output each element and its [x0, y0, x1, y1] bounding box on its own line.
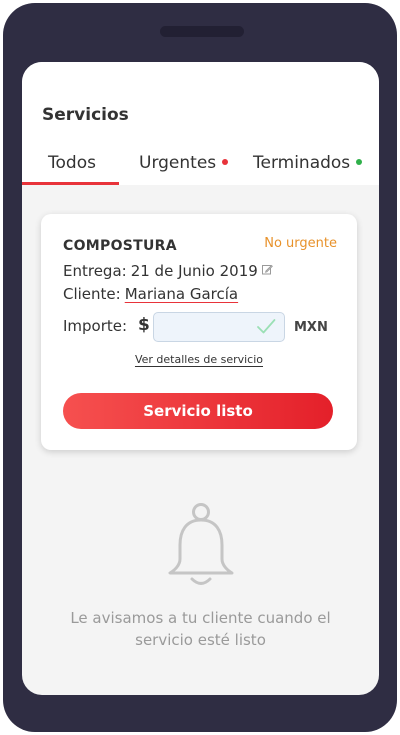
check-icon: [256, 318, 276, 339]
amount-input[interactable]: [153, 312, 285, 342]
tab-label: Urgentes: [139, 153, 217, 173]
urgent-indicator-dot: [222, 159, 229, 165]
service-card: COMPOSTURA No urgente Entrega: 21 de Juni…: [41, 214, 357, 450]
phone-speaker: [160, 26, 244, 37]
currency-unit: MXN: [294, 320, 328, 335]
currency-symbol: $: [138, 315, 150, 335]
client-name[interactable]: Mariana García: [125, 285, 238, 303]
service-ready-button[interactable]: Servicio listo: [63, 393, 333, 429]
tab-terminados[interactable]: Terminados: [253, 153, 363, 173]
delivery-label: Entrega:: [63, 262, 127, 280]
phone-frame: Servicios Todos Urgentes Terminados COMP…: [3, 3, 397, 732]
app-screen: Servicios Todos Urgentes Terminados COMP…: [22, 62, 379, 695]
edit-icon[interactable]: [261, 261, 273, 279]
tab-label: Todos: [48, 153, 96, 173]
tab-label: Terminados: [253, 153, 351, 173]
details-link-row: Ver detalles de servicio: [41, 353, 357, 366]
page-title: Servicios: [42, 105, 129, 125]
client-label: Cliente:: [63, 285, 121, 303]
service-type: COMPOSTURA: [63, 238, 177, 254]
bell-icon: [167, 501, 235, 595]
tab-todos[interactable]: Todos: [48, 153, 96, 173]
app-header: Servicios Todos Urgentes Terminados: [22, 62, 379, 185]
active-tab-indicator: [22, 182, 119, 185]
amount-label: Importe:: [63, 317, 128, 335]
delivery-row: Entrega: 21 de Junio 2019: [63, 262, 273, 281]
finished-indicator-dot: [356, 159, 363, 165]
empty-state-message: Le avisamos a tu cliente cuando el servi…: [70, 609, 331, 649]
service-details-link[interactable]: Ver detalles de servicio: [135, 353, 263, 366]
client-row: Cliente: Mariana García: [63, 285, 238, 303]
delivery-date: 21 de Junio 2019: [130, 262, 258, 280]
priority-badge: No urgente: [264, 236, 337, 251]
tab-urgentes[interactable]: Urgentes: [139, 153, 229, 173]
